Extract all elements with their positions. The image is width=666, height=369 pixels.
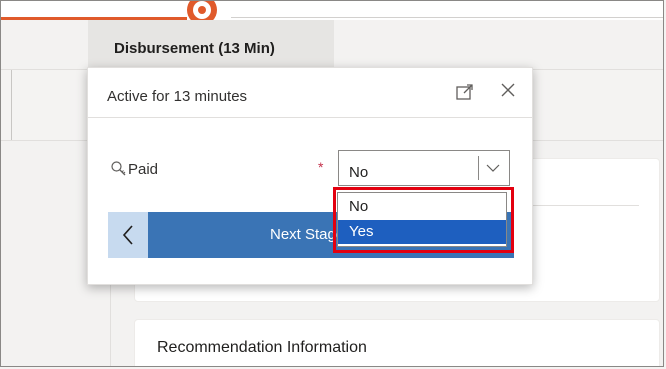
app-frame: Disbursement (13 Min) Recommendation Inf…	[0, 0, 664, 367]
previous-stage-button[interactable]	[108, 212, 148, 258]
section-title: Recommendation Information	[157, 339, 367, 356]
process-bar	[1, 1, 663, 25]
lookup-icon	[110, 160, 128, 178]
stage-tab-label: Disbursement (13 Min)	[114, 40, 275, 57]
flyout-status-text: Active for 13 minutes	[107, 88, 248, 105]
pop-out-icon[interactable]	[455, 82, 475, 102]
left-panel-edge	[1, 70, 12, 140]
paid-options-list: No Yes	[337, 192, 507, 247]
stage-flyout: Active for 13 minutes Paid * No Next Sta…	[87, 67, 533, 285]
required-indicator: *	[318, 159, 324, 175]
paid-select[interactable]: No	[338, 150, 510, 186]
option-no[interactable]: No	[338, 195, 506, 219]
chevron-left-icon	[122, 225, 133, 245]
paid-field-label: Paid	[128, 161, 159, 178]
close-icon[interactable]	[498, 80, 518, 100]
recommendation-section-card: Recommendation Information	[134, 319, 660, 366]
paid-select-value: No	[349, 164, 369, 181]
option-yes[interactable]: Yes	[338, 220, 506, 244]
stage-tab-disbursement[interactable]: Disbursement (13 Min)	[88, 20, 334, 69]
chevron-down-icon	[485, 160, 501, 176]
select-separator	[478, 156, 479, 180]
progress-remaining	[231, 17, 663, 18]
next-stage-button[interactable]: Next Stage	[270, 226, 344, 243]
flyout-header-divider	[88, 117, 532, 118]
